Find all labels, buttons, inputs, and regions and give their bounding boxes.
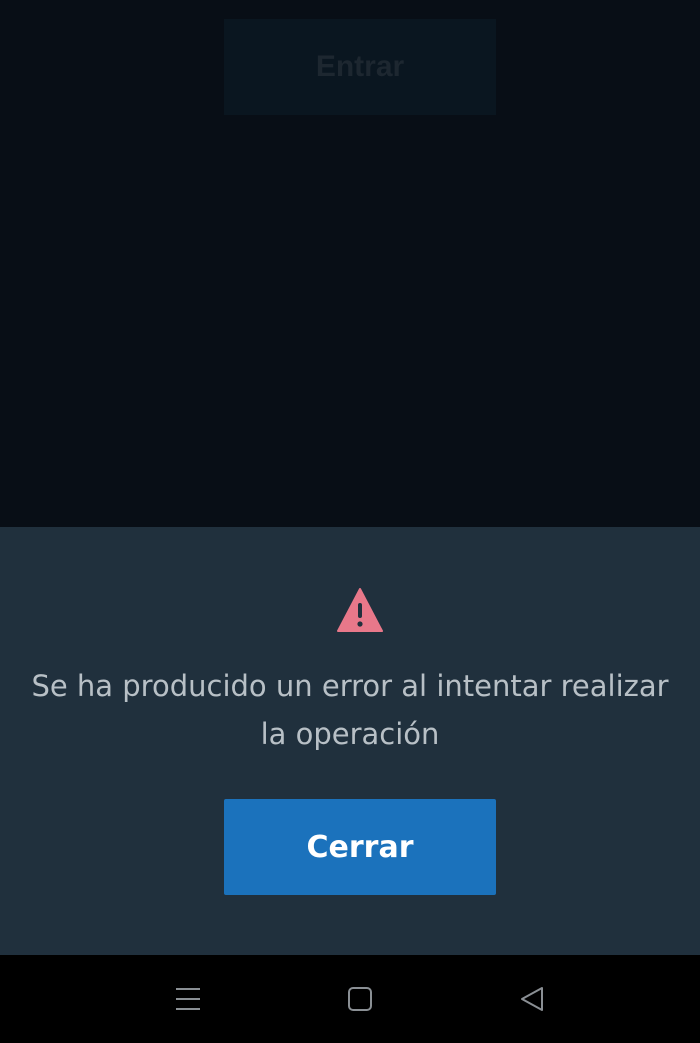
menu-icon[interactable] [164,975,212,1023]
warning-icon [336,586,384,634]
background-app: Entrar [0,0,700,527]
home-icon[interactable] [336,975,384,1023]
entrar-button: Entrar [224,19,496,115]
close-button[interactable]: Cerrar [224,799,496,895]
error-message: Se ha producido un error al intentar rea… [31,669,669,751]
back-icon[interactable] [508,975,556,1023]
screen: Entrar Se ha producido un error al inten… [0,0,700,1043]
